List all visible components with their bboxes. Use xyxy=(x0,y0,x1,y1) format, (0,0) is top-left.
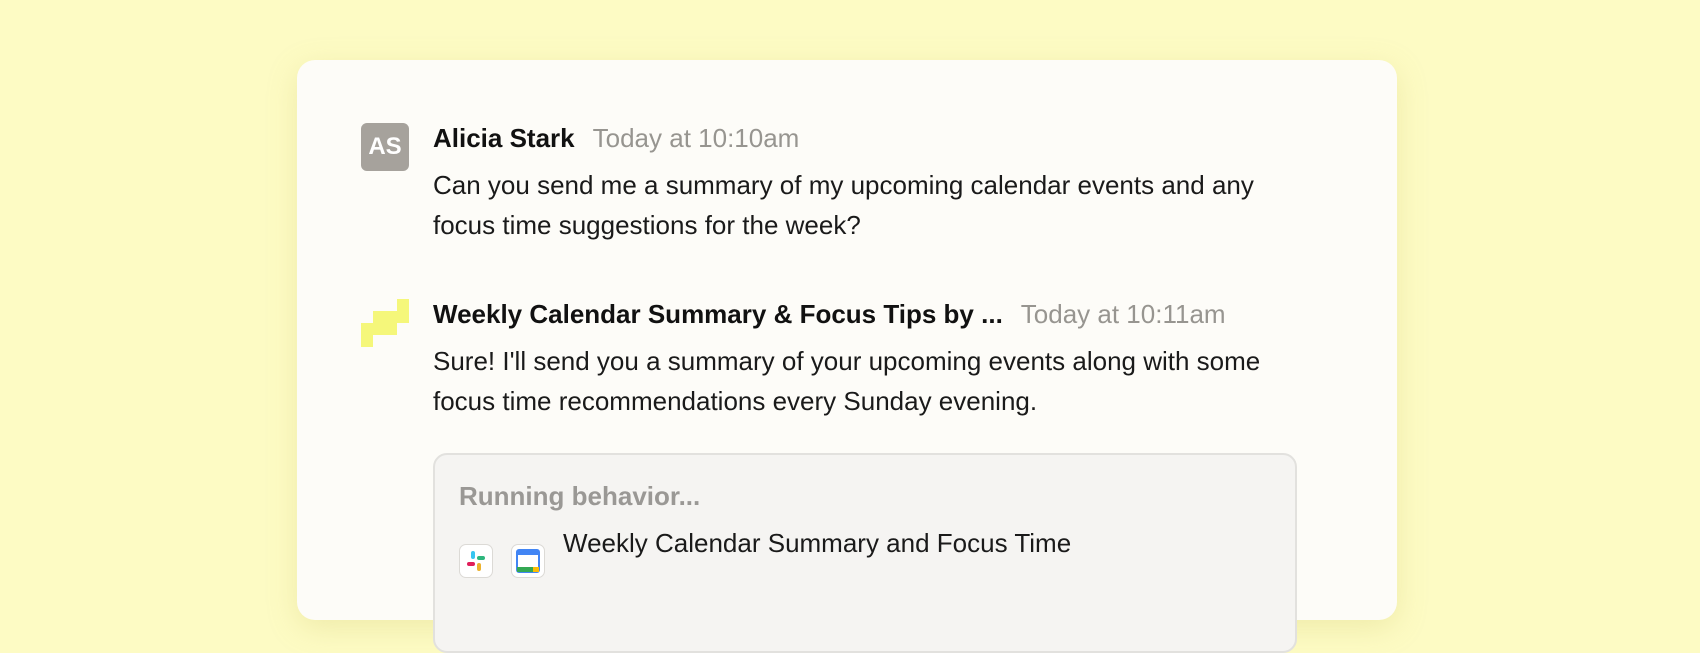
bot-message: Weekly Calendar Summary & Focus Tips by … xyxy=(361,299,1301,653)
message-timestamp[interactable]: Today at 10:11am xyxy=(1021,299,1226,330)
message-header: Alicia Stark Today at 10:10am xyxy=(433,123,1301,157)
user-message: AS Alicia Stark Today at 10:10am Can you… xyxy=(361,123,1301,245)
behavior-row: Weekly Calendar Summary and Focus Time xyxy=(459,526,1271,578)
message-text: Can you send me a summary of my upcoming… xyxy=(433,170,1254,240)
message-content: Weekly Calendar Summary & Focus Tips by … xyxy=(433,299,1301,653)
author-name[interactable]: Alicia Stark xyxy=(433,123,575,154)
behavior-status: Running behavior... xyxy=(459,481,701,511)
bot-logo-icon[interactable] xyxy=(361,299,409,347)
message-header: Weekly Calendar Summary & Focus Tips by … xyxy=(433,299,1301,333)
behavior-title: Weekly Calendar Summary and Focus Time xyxy=(563,528,1072,558)
message-timestamp[interactable]: Today at 10:10am xyxy=(593,123,800,154)
slack-icon xyxy=(459,544,493,578)
message-content: Alicia Stark Today at 10:10am Can you se… xyxy=(433,123,1301,245)
google-calendar-icon xyxy=(511,544,545,578)
bot-name[interactable]: Weekly Calendar Summary & Focus Tips by … xyxy=(433,299,1003,330)
user-avatar[interactable]: AS xyxy=(361,123,409,171)
running-behavior-card[interactable]: Running behavior... Weekly Calendar Summ… xyxy=(433,453,1297,653)
chat-card: AS Alicia Stark Today at 10:10am Can you… xyxy=(297,60,1397,653)
message-text: Sure! I'll send you a summary of your up… xyxy=(433,346,1261,416)
